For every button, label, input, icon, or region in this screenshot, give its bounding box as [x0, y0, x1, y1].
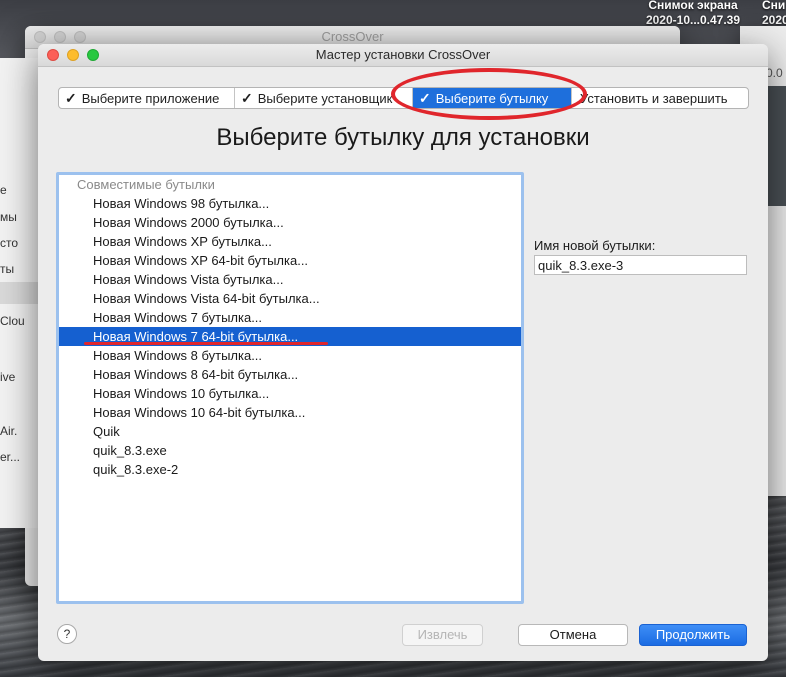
back-zoom-button[interactable] [74, 31, 86, 43]
extract-button[interactable]: Извлечь [402, 624, 483, 646]
close-button[interactable] [47, 49, 59, 61]
desktop-file-label: Сни [762, 0, 786, 12]
continue-button[interactable]: Продолжить [639, 624, 747, 646]
left-app-item[interactable]: е [0, 183, 7, 197]
list-item[interactable]: Новая Windows 8 64-bit бутылка... [59, 365, 521, 384]
zoom-button[interactable] [87, 49, 99, 61]
left-background-app: е мы сто ты Clou ive Air. er... [0, 58, 41, 528]
checkmark-icon: ✓ [419, 89, 431, 106]
bottle-list[interactable]: Совместимые бутылки Новая Windows 98 бут… [56, 172, 524, 604]
new-bottle-name-input[interactable] [534, 255, 747, 275]
list-item[interactable]: Новая Windows 98 бутылка... [59, 194, 521, 213]
annotation-red-underline [84, 342, 328, 345]
step-label: Выберите бутылку [435, 90, 549, 106]
help-button[interactable]: ? [57, 624, 77, 644]
list-item[interactable]: Новая Windows 10 бутылка... [59, 384, 521, 403]
list-item[interactable]: quik_8.3.exe [59, 441, 521, 460]
left-app-item[interactable]: Clou [0, 314, 25, 328]
cancel-button[interactable]: Отмена [518, 624, 628, 646]
desktop-file-screenshot-1[interactable]: Снимок экрана 2020-10...0.47.39 [638, 0, 748, 28]
left-app-item[interactable]: ты [0, 262, 14, 276]
left-app-item[interactable]: ive [0, 370, 15, 384]
list-item[interactable]: Новая Windows XP 64-bit бутылка... [59, 251, 521, 270]
left-app-item[interactable]: сто [0, 236, 18, 250]
step-install-and-finish[interactable]: Установить и завершить [572, 88, 748, 108]
list-item[interactable]: Новая Windows 8 бутылка... [59, 346, 521, 365]
list-item[interactable]: Новая Windows 10 64-bit бутылка... [59, 403, 521, 422]
list-group-header: Совместимые бутылки [77, 177, 215, 192]
wizard-steps-bar: ✓ Выберите приложение ✓ Выберите установ… [58, 87, 749, 109]
dialog-titlebar: Мастер установки CrossOver [38, 44, 768, 67]
step-choose-bottle[interactable]: ✓ Выберите бутылку [413, 88, 572, 108]
right-window-text: 0.0 [766, 66, 783, 80]
step-label: Выберите установщик [257, 90, 393, 106]
step-label: Установить и завершить [580, 90, 728, 106]
checkmark-icon: ✓ [65, 89, 77, 106]
minimize-button[interactable] [67, 49, 79, 61]
left-app-item[interactable]: мы [0, 210, 17, 224]
list-item[interactable]: quik_8.3.exe-2 [59, 460, 521, 479]
right-window-panel [766, 86, 786, 206]
list-item[interactable]: Новая Windows Vista бутылка... [59, 270, 521, 289]
page-title: Выберите бутылку для установки [216, 124, 590, 151]
list-item[interactable]: Quik [59, 422, 521, 441]
list-item[interactable]: Новая Windows 7 бутылка... [59, 308, 521, 327]
left-app-item[interactable]: er... [0, 450, 20, 464]
list-item[interactable]: Новая Windows Vista 64-bit бутылка... [59, 289, 521, 308]
back-close-button[interactable] [34, 31, 46, 43]
desktop-file-screenshot-2[interactable]: Сни 2020 [762, 0, 786, 28]
step-label: Выберите приложение [81, 90, 220, 106]
back-minimize-button[interactable] [54, 31, 66, 43]
checkmark-icon: ✓ [241, 89, 253, 106]
left-app-selected-row [0, 282, 40, 304]
left-app-item[interactable]: Air. [0, 424, 17, 438]
step-choose-installer[interactable]: ✓ Выберите установщик [235, 88, 413, 108]
list-item[interactable]: Новая Windows XP бутылка... [59, 232, 521, 251]
install-wizard-dialog: Мастер установки CrossOver ✓ Выберите пр… [38, 44, 768, 661]
new-bottle-name-label: Имя новой бутылки: [534, 238, 656, 253]
dialog-title: Мастер установки CrossOver [315, 47, 491, 62]
desktop-file-label: Снимок экрана [648, 0, 738, 12]
list-item[interactable]: Новая Windows 2000 бутылка... [59, 213, 521, 232]
step-choose-application[interactable]: ✓ Выберите приложение [59, 88, 235, 108]
